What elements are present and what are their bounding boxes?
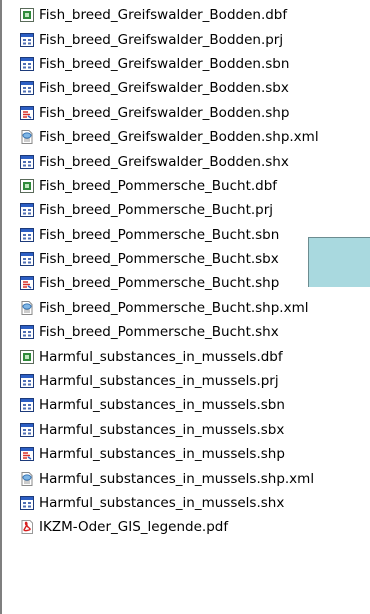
file-name: Fish_breed_Pommersche_Bucht.prj <box>39 202 274 219</box>
file-name: Fish_breed_Pommersche_Bucht.sbn <box>39 226 280 243</box>
shapefile-icon <box>19 275 35 291</box>
xml-icon <box>19 300 35 316</box>
file-list-item[interactable]: Fish_breed_Greifswalder_Bodden.sbn <box>0 52 370 76</box>
file-list-item[interactable]: Fish_breed_Pommersche_Bucht.dbf <box>0 174 370 198</box>
file-name: Harmful_substances_in_mussels.sbn <box>39 397 285 414</box>
generic-file-icon <box>19 154 35 170</box>
file-name: Fish_breed_Pommersche_Bucht.sbx <box>39 251 279 268</box>
file-name: Harmful_substances_in_mussels.shp <box>39 446 285 463</box>
xml-icon <box>19 129 35 145</box>
file-list-item[interactable]: Fish_breed_Pommersche_Bucht.shp.xml <box>0 296 370 320</box>
file-list-item[interactable]: IKZM-Oder_GIS_legende.pdf <box>0 515 370 539</box>
file-name: Harmful_substances_in_mussels.dbf <box>39 348 283 365</box>
generic-file-icon <box>19 324 35 340</box>
file-list-item[interactable]: Harmful_substances_in_mussels.sbx <box>0 418 370 442</box>
file-list-item[interactable]: Fish_breed_Pommersche_Bucht.shx <box>0 320 370 344</box>
file-list-item[interactable]: Harmful_substances_in_mussels.shp.xml <box>0 466 370 490</box>
generic-file-icon <box>19 56 35 72</box>
generic-file-icon <box>19 373 35 389</box>
file-list-item[interactable]: Harmful_substances_in_mussels.shp <box>0 442 370 466</box>
file-name: Fish_breed_Greifswalder_Bodden.sbn <box>39 55 290 72</box>
file-list-item[interactable]: Fish_breed_Pommersche_Bucht.prj <box>0 198 370 222</box>
generic-file-icon <box>19 32 35 48</box>
dbf-icon <box>19 7 35 23</box>
file-name: Fish_breed_Greifswalder_Bodden.sbx <box>39 80 289 97</box>
file-name: Harmful_substances_in_mussels.sbx <box>39 421 285 438</box>
generic-file-icon <box>19 495 35 511</box>
file-list-item[interactable]: Fish_breed_Greifswalder_Bodden.shp <box>0 101 370 125</box>
generic-file-icon <box>19 397 35 413</box>
file-name: IKZM-Oder_GIS_legende.pdf <box>39 519 229 536</box>
file-name: Fish_breed_Greifswalder_Bodden.shx <box>39 153 289 170</box>
pdf-icon <box>19 519 35 535</box>
file-name: Harmful_substances_in_mussels.shx <box>39 495 285 511</box>
file-list-item[interactable]: Fish_breed_Greifswalder_Bodden.dbf <box>0 3 370 27</box>
generic-file-icon <box>19 202 35 218</box>
file-list-item[interactable]: Fish_breed_Greifswalder_Bodden.shx <box>0 149 370 173</box>
file-name: Harmful_substances_in_mussels.shp.xml <box>39 470 315 487</box>
file-name: Fish_breed_Pommersche_Bucht.dbf <box>39 177 278 194</box>
file-list-item[interactable]: Fish_breed_Greifswalder_Bodden.shp.xml <box>0 125 370 149</box>
generic-file-icon <box>19 251 35 267</box>
file-list-item[interactable]: Harmful_substances_in_mussels.dbf <box>0 344 370 368</box>
tooltip-overlay <box>308 237 370 287</box>
file-list-item[interactable]: Harmful_substances_in_mussels.prj <box>0 369 370 393</box>
file-list-item[interactable]: Fish_breed_Greifswalder_Bodden.prj <box>0 27 370 51</box>
shapefile-icon <box>19 446 35 462</box>
file-name: Fish_breed_Pommersche_Bucht.shp <box>39 275 280 292</box>
file-list-item[interactable]: Harmful_substances_in_mussels.sbn <box>0 393 370 417</box>
file-name: Fish_breed_Greifswalder_Bodden.shp.xml <box>39 129 319 146</box>
file-name: Fish_breed_Pommersche_Bucht.shp.xml <box>39 299 309 316</box>
xml-icon <box>19 471 35 487</box>
generic-file-icon <box>19 80 35 96</box>
file-name: Fish_breed_Greifswalder_Bodden.shp <box>39 104 290 121</box>
file-list-item[interactable]: Fish_breed_Greifswalder_Bodden.sbx <box>0 76 370 100</box>
file-name: Fish_breed_Greifswalder_Bodden.dbf <box>39 7 288 24</box>
file-name: Fish_breed_Pommersche_Bucht.shx <box>39 324 279 341</box>
file-name: Fish_breed_Greifswalder_Bodden.prj <box>39 31 284 48</box>
generic-file-icon <box>19 422 35 438</box>
file-name: Harmful_substances_in_mussels.prj <box>39 373 279 390</box>
file-list-item[interactable]: Harmful_substances_in_mussels.shx <box>0 491 370 515</box>
generic-file-icon <box>19 227 35 243</box>
dbf-icon <box>19 349 35 365</box>
dbf-icon <box>19 178 35 194</box>
shapefile-icon <box>19 105 35 121</box>
